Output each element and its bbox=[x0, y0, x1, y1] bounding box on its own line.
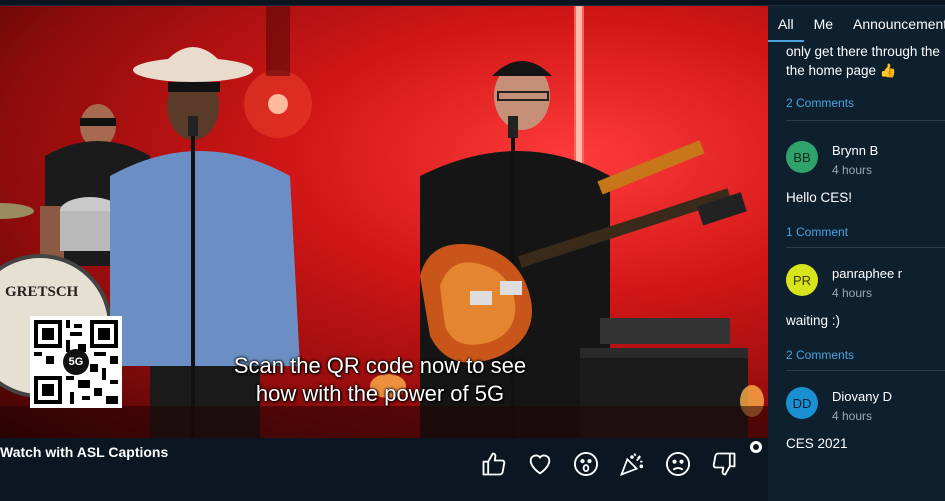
celebrate-button[interactable] bbox=[616, 448, 648, 480]
surprised-face-icon bbox=[573, 451, 599, 477]
thumbs-down-icon bbox=[712, 452, 736, 476]
post-text-line: only get there through the bbox=[786, 44, 940, 59]
tab-me[interactable]: Me bbox=[804, 6, 843, 42]
heart-button[interactable] bbox=[524, 448, 556, 480]
caption-line-1: Scan the QR code now to see bbox=[233, 353, 527, 378]
avatar[interactable]: BB bbox=[786, 141, 818, 173]
post-author[interactable]: panraphee r bbox=[832, 266, 902, 281]
post-author[interactable]: Diovany D bbox=[832, 389, 892, 404]
post-time: 4 hours bbox=[832, 163, 873, 177]
chat-post: PR panraphee r 4 hours waiting :) 2 Comm… bbox=[768, 249, 945, 372]
avatar[interactable]: PR bbox=[786, 264, 818, 296]
divider bbox=[786, 247, 945, 248]
reaction-bar bbox=[478, 448, 740, 482]
chat-panel: All Me Announcements only get there thro… bbox=[768, 6, 945, 501]
caption-line-2: how with the power of 5G bbox=[255, 381, 505, 406]
chat-post-partial: only get there through the the home page… bbox=[768, 42, 945, 126]
heart-icon bbox=[529, 454, 551, 475]
thumbs-up-button[interactable] bbox=[478, 448, 510, 480]
chat-tabs: All Me Announcements bbox=[768, 6, 945, 42]
led-light-strip bbox=[574, 6, 584, 166]
background-bass bbox=[597, 140, 705, 195]
sad-face-icon bbox=[665, 451, 691, 477]
comments-link[interactable]: 2 Comments bbox=[768, 348, 854, 362]
comments-link[interactable]: 1 Comment bbox=[768, 225, 848, 239]
qr-5g-badge: 5G bbox=[63, 349, 89, 375]
post-text: Hello CES! bbox=[786, 190, 853, 205]
divider bbox=[786, 370, 945, 371]
tab-all[interactable]: All bbox=[768, 6, 804, 42]
comments-link[interactable]: 2 Comments bbox=[768, 96, 854, 110]
thumbs-up-icon bbox=[482, 452, 506, 476]
post-text: waiting :) bbox=[786, 313, 841, 328]
app-window: GRETSCH 5G Scan the QR code now to see h… bbox=[0, 0, 945, 501]
post-author[interactable]: Brynn B bbox=[832, 143, 878, 158]
avatar[interactable]: DD bbox=[786, 387, 818, 419]
video-player[interactable]: GRETSCH 5G Scan the QR code now to see h… bbox=[0, 6, 768, 438]
live-caption: Scan the QR code now to see how with the… bbox=[180, 352, 580, 408]
tab-announcements[interactable]: Announcements bbox=[843, 6, 945, 42]
chat-post: BB Brynn B 4 hours Hello CES! 1 Comment bbox=[768, 126, 945, 249]
post-time: 4 hours bbox=[832, 409, 873, 423]
player-bottom-bar: Watch with ASL Captions bbox=[0, 438, 768, 501]
drum-brand-text: GRETSCH bbox=[5, 284, 79, 300]
sad-button[interactable] bbox=[662, 448, 694, 480]
thumbs-down-button[interactable] bbox=[708, 448, 740, 480]
qr-code[interactable]: 5G bbox=[30, 316, 122, 408]
asl-captions-link[interactable]: Watch with ASL Captions bbox=[0, 444, 168, 460]
post-text: CES 2021 bbox=[786, 436, 848, 451]
divider bbox=[786, 120, 945, 121]
reaction-settings-icon[interactable] bbox=[750, 441, 762, 453]
chat-post: DD Diovany D 4 hours CES 2021 bbox=[768, 372, 945, 472]
chat-feed: only get there through the the home page… bbox=[768, 42, 945, 472]
post-text-line: the home page 👍 bbox=[786, 63, 897, 78]
party-popper-icon bbox=[619, 453, 644, 477]
surprised-button[interactable] bbox=[570, 448, 602, 480]
post-time: 4 hours bbox=[832, 286, 873, 300]
